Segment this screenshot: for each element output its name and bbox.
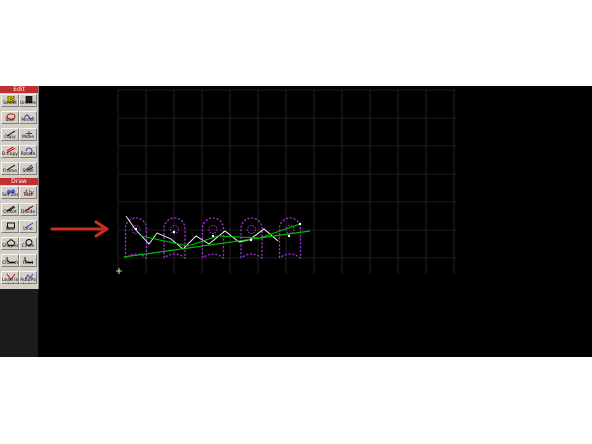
palette-grip[interactable]: • • • • •: [2, 282, 36, 287]
tool-circle-button[interactable]: Circle: [19, 237, 37, 250]
pierce-point-icon: [298, 222, 302, 226]
tool-label: Move: [21, 135, 35, 140]
hole-outline: [208, 225, 218, 234]
cut-path-line: [123, 230, 311, 258]
tool-label: Select: [3, 101, 17, 106]
pierce-point-icon: [134, 227, 138, 231]
tool-shapes-button[interactable]: Shapes: [1, 237, 19, 250]
tool-move-button[interactable]: Move: [19, 128, 37, 141]
tool-label: B.Copy: [2, 152, 18, 157]
tool-label: Shell: [22, 169, 34, 174]
tool-offset-button[interactable]: Offset: [1, 203, 19, 216]
tool-label: Divide: [20, 210, 36, 215]
tool-shell-button[interactable]: Shell: [19, 162, 37, 175]
tool-label: Frame: [2, 169, 18, 174]
tool-label: Copy: [4, 135, 16, 140]
tool-panel: Edit Draw SSelectUnselect Size Mirror Copy M…: [0, 86, 39, 289]
cad-application-window: Edit Draw SSelectUnselect Size Mirror Copy M…: [0, 86, 592, 357]
grid-lines: [117, 89, 456, 274]
tool-label: Mirror: [21, 118, 35, 123]
annotation-arrow-icon: [50, 220, 109, 238]
edit-section-header: Edit: [0, 86, 38, 93]
tool-label: Fillet: [22, 261, 34, 266]
tool-line-button[interactable]: Line: [19, 220, 37, 233]
tool-set-zero-button[interactable]: Set Zero: [1, 186, 19, 199]
pierce-point-icon: [287, 234, 291, 238]
tool-label: Offset: [3, 210, 17, 215]
tool-box-button[interactable]: Box: [1, 220, 19, 233]
pierce-point-icon: [249, 238, 253, 242]
tool-mirror-button[interactable]: Mirror: [19, 111, 37, 124]
tool-palette: Edit Draw SSelectUnselect Size Mirror Copy M…: [0, 86, 39, 357]
tool-divide-button[interactable]: Divide: [19, 203, 37, 216]
tool-text-button[interactable]: AbcText: [19, 186, 37, 199]
tool-paths: [123, 215, 311, 258]
tool-chamfer-button[interactable]: Chamfer: [1, 254, 19, 267]
tool-label: Set Zero: [2, 193, 19, 198]
tool-select-button[interactable]: S Select: [1, 94, 19, 107]
tool-label: Unselect: [20, 101, 36, 106]
tool-label: Line: [23, 227, 33, 232]
tool-frame-button[interactable]: Frame: [1, 162, 19, 175]
tool-label: Text: [23, 193, 33, 198]
tool-label: Circle: [21, 244, 35, 249]
tool-rotate-button[interactable]: Rotate: [19, 145, 37, 158]
part-outline[interactable]: [278, 217, 302, 260]
tool-b-copy-button[interactable]: B.Copy: [1, 145, 19, 158]
tool-copy-button[interactable]: Copy: [1, 128, 19, 141]
draw-section-header: Draw: [0, 178, 38, 185]
tool-fillet-button[interactable]: Fillet: [19, 254, 37, 267]
pierce-point-icon: [211, 234, 215, 238]
tool-label: Shapes: [2, 244, 19, 249]
tool-label: Size: [5, 118, 15, 123]
tool-unselect-button[interactable]: Unselect: [19, 94, 37, 107]
drawing-canvas[interactable]: [38, 86, 592, 357]
pierce-point-icon: [172, 230, 176, 234]
tool-size-button[interactable]: Size: [1, 111, 19, 124]
tool-label: Chamfer: [2, 261, 18, 266]
origin-marker-icon: [116, 268, 122, 274]
tool-label: Box: [5, 227, 15, 232]
hole-outline: [247, 225, 256, 234]
tool-label: Rotate: [20, 152, 36, 157]
part-outline[interactable]: [163, 217, 186, 260]
page-margin: [0, 357, 592, 444]
